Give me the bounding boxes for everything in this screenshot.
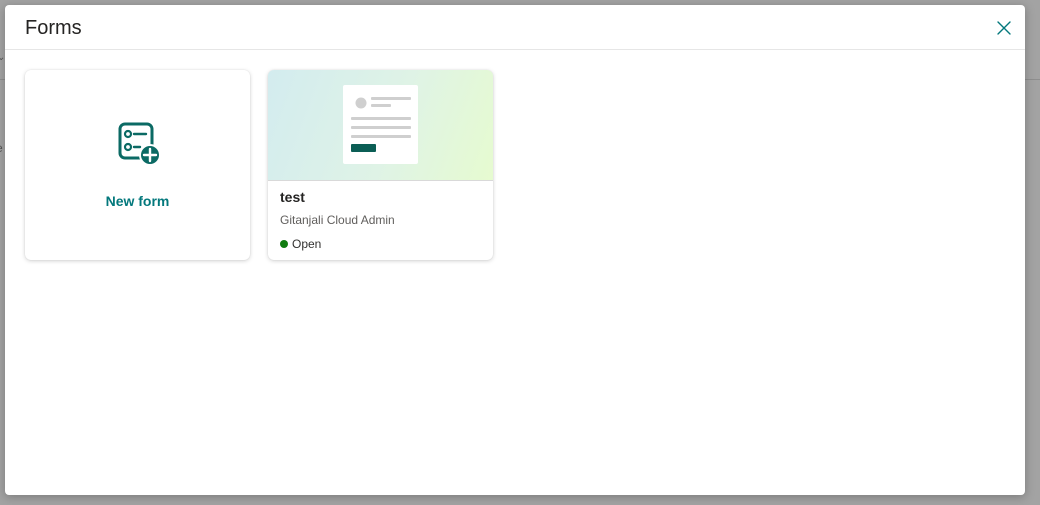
dialog-title: Forms <box>25 17 82 39</box>
close-button[interactable] <box>993 17 1015 39</box>
new-form-card[interactable]: New form <box>25 70 250 260</box>
form-owner: Gitanjali Cloud Admin <box>280 213 395 227</box>
form-preview-icon <box>351 97 411 152</box>
form-preview-document <box>343 85 418 164</box>
form-card[interactable]: test Gitanjali Cloud Admin Open <box>268 70 493 260</box>
status-dot-icon <box>280 240 288 248</box>
background-fragment: e <box>0 141 3 155</box>
forms-dialog: Forms New form test Gitanjali Cloud Admi… <box>5 5 1025 495</box>
close-icon <box>997 21 1011 35</box>
form-title: test <box>280 189 305 205</box>
new-form-label: New form <box>105 193 170 209</box>
status-label: Open <box>292 237 322 251</box>
form-status: Open <box>280 237 321 251</box>
form-thumbnail <box>268 70 493 181</box>
dialog-header: Forms <box>5 5 1025 50</box>
new-form-icon <box>118 122 161 166</box>
